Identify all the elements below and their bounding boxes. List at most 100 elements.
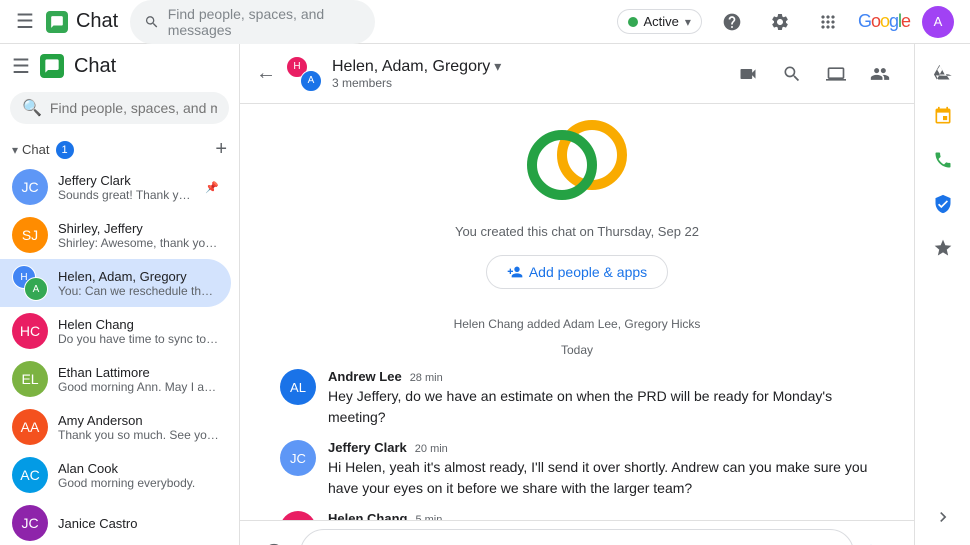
contact-name: Shirley, Jeffery [58,221,219,236]
messages-area: You created this chat on Thursday, Sep 2… [240,104,914,520]
chat-collapse-icon: ▾ [12,143,18,157]
avatar: EL [12,361,48,397]
search-button[interactable] [774,56,810,92]
contact-item[interactable]: HC Helen Chang Do you have time to sync … [0,307,231,355]
text-format-button[interactable] [705,538,735,545]
contact-preview: Good morning everybody. [58,476,219,490]
contact-name: Jeffery Clark [58,173,195,188]
message-header: Jeffery Clark 20 min [328,440,874,455]
video-call-button[interactable] [730,56,766,92]
message-avatar: AL [280,369,316,405]
chat-header-info: Helen, Adam, Gregory ▾ 3 members [332,58,720,90]
message-group: JC Jeffery Clark 20 min Hi Helen, yeah i… [280,440,874,499]
contact-item-active[interactable]: H A Helen, Adam, Gregory You: Can we res… [0,259,231,307]
message-text: Hey Jeffery, do we have an estimate on w… [328,386,874,428]
contact-item[interactable]: JC Janice Castro [0,499,231,545]
input-area [240,520,914,545]
group-avatar: H A [286,56,322,92]
header-actions [730,56,898,92]
contact-preview: Sounds great! Thank you so much Ann! [58,188,195,202]
apps-button[interactable] [810,4,846,40]
phone-button[interactable] [923,140,963,180]
user-avatar[interactable]: A [922,6,954,38]
contact-info: Helen, Adam, Gregory You: Can we resched… [58,269,219,298]
chat-section-label: Chat [22,142,49,157]
message-avatar: HC [280,511,316,520]
contact-name: Ethan Lattimore [58,365,219,380]
contact-item[interactable]: EL Ethan Lattimore Good morning Ann. May… [0,355,231,403]
send-button[interactable] [862,535,898,545]
contact-preview: Do you have time to sync tomorrow mori..… [58,332,219,346]
rings-image [527,120,627,200]
contact-preview: Good morning Ann. May I ask a question? [58,380,219,394]
chat-badge: 1 [56,141,74,159]
contact-preview: You: Can we reschedule the meeting for..… [58,284,219,298]
top-bar: ☰ Chat Find people, spaces, and messages… [0,0,970,44]
message-sender: Andrew Lee [328,369,402,384]
chat-group-name: Helen, Adam, Gregory ▾ [332,58,720,76]
contact-item[interactable]: JC Jeffery Clark Sounds great! Thank you… [0,163,231,211]
chevron-icon[interactable]: ▾ [494,58,501,75]
contact-item[interactable]: AA Amy Anderson Thank you so much. See y… [0,403,231,451]
hamburger-icon[interactable]: ☰ [16,9,34,34]
right-panel [914,44,970,545]
chat-header: ← H A Helen, Adam, Gregory ▾ 3 members [240,44,914,104]
tasks-button[interactable] [923,184,963,224]
main-content: ← H A Helen, Adam, Gregory ▾ 3 members [240,44,914,545]
message-avatar: JC [280,440,316,476]
chat-section-header[interactable]: ▾ Chat 1 + [0,132,239,163]
contact-preview: Thank you so much. See you there. [58,428,219,442]
google-drive-button[interactable] [923,52,963,92]
message-input-box [300,529,854,545]
add-chat-icon[interactable]: + [215,138,227,161]
contact-preview: Shirley: Awesome, thank you for the... [58,236,219,250]
avatar: JC [12,505,48,541]
contact-name: Alan Cook [58,461,219,476]
contact-name: Amy Anderson [58,413,219,428]
star-button[interactable] [923,228,963,268]
contact-item[interactable]: SJ Shirley, Jeffery Shirley: Awesome, th… [0,211,231,259]
calendar-button[interactable] [923,96,963,136]
contact-item[interactable]: AC Alan Cook Good morning everybody. [0,451,231,499]
screen-share-button[interactable] [818,56,854,92]
expand-panel-button[interactable] [923,497,963,537]
sidebar-header: ☰ Chat [0,44,239,88]
chat-logo [40,54,64,78]
contact-info: Ethan Lattimore Good morning Ann. May I … [58,365,219,394]
message-content: Jeffery Clark 20 min Hi Helen, yeah it's… [328,440,874,499]
avatar: SJ [12,217,48,253]
message-sender: Jeffery Clark [328,440,407,455]
add-people-button[interactable]: Add people & apps [486,255,668,289]
back-button[interactable]: ← [256,62,276,85]
members-button[interactable] [862,56,898,92]
upload-button[interactable] [773,538,803,545]
contact-list: JC Jeffery Clark Sounds great! Thank you… [0,163,239,545]
add-attachment-button[interactable] [256,535,292,545]
sidebar: ☰ Chat 🔍 ▾ Chat 1 + [0,44,240,545]
message-group: HC Helen Chang 5 min A big thank you to … [280,511,874,520]
chat-creation-info: You created this chat on Thursday, Sep 2… [280,120,874,289]
contact-info: Jeffery Clark Sounds great! Thank you so… [58,173,195,202]
contact-info: Amy Anderson Thank you so much. See you … [58,413,219,442]
emoji-button[interactable] [739,538,769,545]
avatar-group: H A [12,265,48,301]
avatar: JC [12,169,48,205]
search-input[interactable] [50,100,217,116]
video-message-button[interactable] [807,538,837,545]
ring-green [527,130,597,200]
avatar: HC [12,313,48,349]
message-group: AL Andrew Lee 28 min Hey Jeffery, do we … [280,369,874,428]
help-button[interactable] [714,4,750,40]
contact-info: Helen Chang Do you have time to sync tom… [58,317,219,346]
contact-name: Helen Chang [58,317,219,332]
message-sender: Helen Chang [328,511,407,520]
contact-info: Shirley, Jeffery Shirley: Awesome, thank… [58,221,219,250]
settings-button[interactable] [762,4,798,40]
input-toolbar-icons [705,538,837,545]
hamburger-icon[interactable]: ☰ [12,54,30,79]
avatar: AC [12,457,48,493]
message-content: Andrew Lee 28 min Hey Jeffery, do we hav… [328,369,874,428]
chat-members-count: 3 members [332,76,720,90]
message-content: Helen Chang 5 min A big thank you to all… [328,511,874,520]
search-bar[interactable]: 🔍 [10,92,229,124]
